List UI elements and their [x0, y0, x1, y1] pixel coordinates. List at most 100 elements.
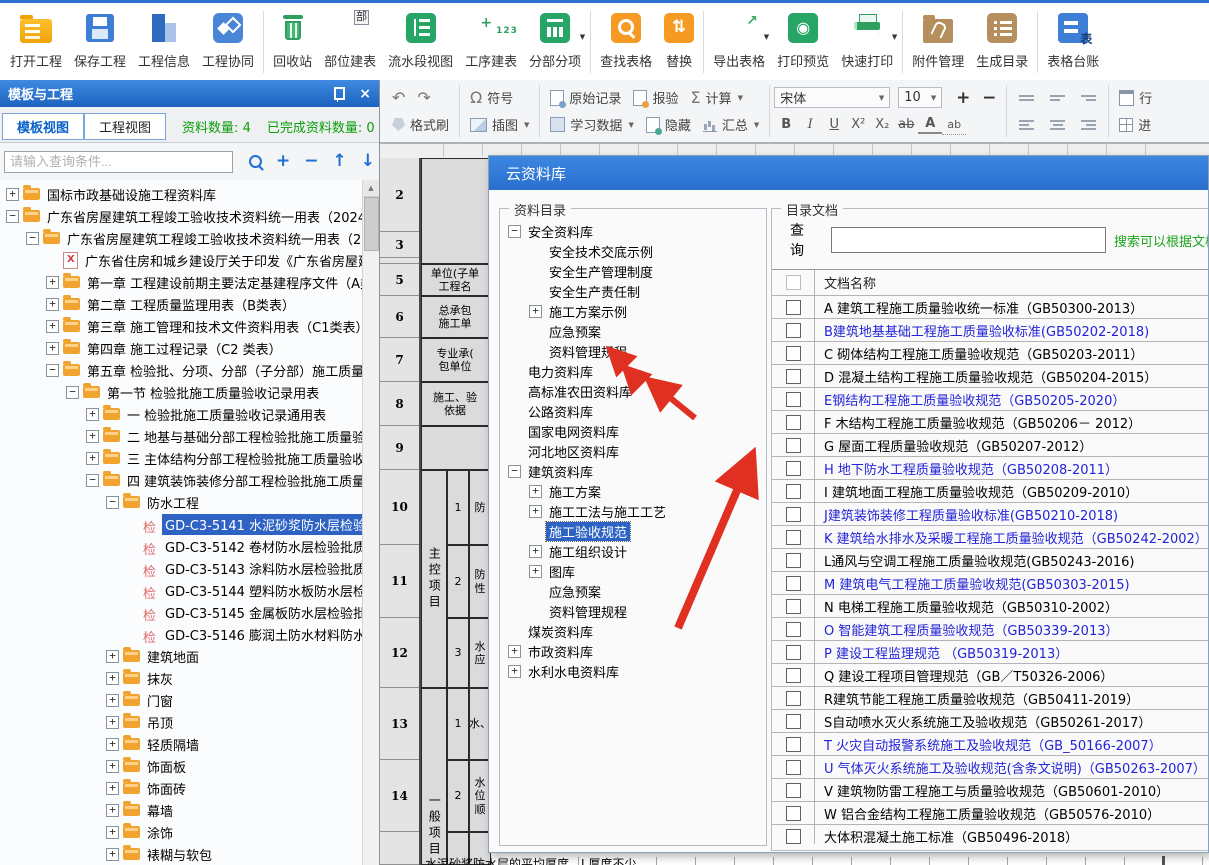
catalog-tree-item[interactable]: + 施工方案 — [502, 481, 764, 501]
doc-name[interactable]: U 气体灭火系统施工及验收规范(含条文说明)（GB50263-2007） — [815, 758, 1206, 777]
superscript-button[interactable]: X² — [846, 115, 870, 135]
catalog-tree-item[interactable]: 安全技术交底示例 — [502, 241, 764, 261]
expand-toggle[interactable]: − — [6, 210, 19, 223]
select-all-checkbox[interactable] — [786, 275, 801, 290]
chevron-down-icon[interactable]: ▼ — [580, 33, 585, 41]
document-row[interactable]: B建筑地基基础工程施工质量验收标准(GB50202-2018) — [772, 319, 1209, 342]
tree-item[interactable]: + 第一章 工程建设前期主要法定基建程序文件（A类表） — [0, 271, 362, 293]
toolbar-button[interactable]: ▼ 快速打印 — [835, 7, 899, 70]
document-row[interactable]: W 铝合金结构工程施工质量验收规范（GB50576-2010） — [772, 802, 1209, 825]
cell-group-label[interactable]: 一般项目 — [421, 688, 447, 865]
checkbox-cell[interactable] — [772, 710, 815, 732]
toolbar-button[interactable]: ▼ 打开工程 — [4, 7, 68, 70]
add-icon[interactable]: + — [276, 153, 290, 170]
doc-name[interactable]: 大体积混凝土施工标准（GB50496-2018） — [815, 827, 1078, 845]
tree-item[interactable]: + 裱糊与软包 — [0, 843, 362, 865]
expand-toggle[interactable]: + — [106, 738, 119, 751]
catalog-tree-item[interactable]: + 施工组织设计 — [502, 541, 764, 561]
tree-item[interactable]: + 第二章 工程质量监理用表（B类表） — [0, 293, 362, 315]
row-header[interactable]: 10 — [380, 470, 419, 545]
document-row[interactable]: O 智能建筑工程质量验收规范（GB50339-2013） — [772, 618, 1209, 641]
toolbar-button[interactable]: ▼ 保存工程 — [68, 7, 132, 70]
expand-toggle[interactable]: − — [66, 386, 79, 399]
doc-checkbox[interactable] — [786, 599, 801, 614]
column-header[interactable] — [420, 144, 444, 157]
doc-checkbox[interactable] — [786, 438, 801, 453]
expand-toggle[interactable]: + — [106, 804, 119, 817]
tree-item[interactable]: GD-C3-5145 金属板防水层检验批质量验 — [0, 601, 362, 623]
doc-checkbox[interactable] — [786, 806, 801, 821]
catalog-tree-item[interactable]: 安全生产责任制 — [502, 281, 764, 301]
tree-item[interactable]: − 第五章 检验批、分项、分部（子分部）施工质量及分 — [0, 359, 362, 381]
checkbox-cell[interactable] — [772, 549, 815, 571]
tree-item[interactable]: + 三 主体结构分部工程检验批施工质量验收记录 — [0, 447, 362, 469]
subscript-button[interactable]: X₂ — [870, 115, 894, 135]
doc-name[interactable]: H 地下防水工程质量验收规范（GB50208-2011） — [815, 459, 1118, 478]
checkbox-cell[interactable] — [772, 618, 815, 640]
doc-name[interactable]: I 建筑地面工程施工质量验收规范（GB50209-2010） — [815, 482, 1138, 501]
tree-item[interactable]: − 防水工程 — [0, 491, 362, 513]
document-row[interactable]: D 混凝土结构工程施工质量验收规范（GB50204-2015） — [772, 365, 1209, 388]
checkbox-cell[interactable] — [772, 687, 815, 709]
expand-toggle[interactable]: − — [46, 364, 59, 377]
insert-picture-button[interactable]: 插图▼ — [464, 113, 535, 136]
hide-button[interactable]: 隐藏 — [640, 113, 697, 136]
doc-name[interactable]: C 砌体结构工程施工质量验收规范（GB50203-2011） — [815, 344, 1143, 363]
checkbox-cell[interactable] — [772, 572, 815, 594]
expand-toggle[interactable]: + — [106, 782, 119, 795]
doc-name[interactable]: G 屋面工程质量验收规范（GB50207-2012） — [815, 436, 1092, 455]
doc-name[interactable]: T 火灾自动报警系统施工及验收规范（GB_50166-2007） — [815, 735, 1162, 754]
doc-name[interactable]: N 电梯工程施工质量验收规范（GB50310-2002） — [815, 597, 1118, 616]
doc-name[interactable]: L通风与空调工程施工质量验收规范(GB50243-2016) — [815, 551, 1135, 570]
expand-toggle[interactable]: + — [6, 188, 19, 201]
document-row[interactable]: F 木结构工程施工质量验收规范（GB50206－ 2012） — [772, 411, 1209, 434]
expand-toggle[interactable]: + — [106, 672, 119, 685]
document-row[interactable]: G 屋面工程质量验收规范（GB50207-2012） — [772, 434, 1209, 457]
undo-button[interactable]: ↶ — [386, 88, 411, 108]
cell[interactable] — [421, 426, 489, 470]
expand-toggle[interactable]: + — [529, 305, 542, 318]
doc-checkbox[interactable] — [786, 392, 801, 407]
catalog-tree-item[interactable]: 煤炭资料库 — [502, 621, 764, 641]
checkbox-cell[interactable] — [772, 779, 815, 801]
arrow-up-icon[interactable]: ↑ — [333, 153, 347, 170]
expand-toggle[interactable]: + — [46, 342, 59, 355]
row-header-strip[interactable]: 2 3 5 6 7 8 9 10 11 12 13 14 — [380, 158, 421, 865]
column-header[interactable] — [444, 144, 483, 157]
toolbar-button[interactable]: ▼ 打印预览 — [771, 7, 835, 70]
remove-icon[interactable]: − — [304, 153, 318, 170]
document-row[interactable]: J建筑装饰装修工程质量验收标准(GB50210-2018) — [772, 503, 1209, 526]
panel-titlebar[interactable]: 模板与工程 × — [0, 80, 379, 107]
expand-toggle[interactable]: + — [106, 716, 119, 729]
tree-item[interactable]: GD-C3-5144 塑料防水板防水层检验批质 — [0, 579, 362, 601]
cell[interactable]: 2 — [447, 545, 469, 618]
checkbox-cell[interactable] — [772, 388, 815, 410]
doc-name[interactable]: O 智能建筑工程质量验收规范（GB50339-2013） — [815, 620, 1119, 639]
doc-name[interactable]: V 建筑物防雷工程施工与质量验收规范（GB50601-2010） — [815, 781, 1169, 800]
italic-button[interactable]: I — [798, 115, 822, 135]
toolbar-button[interactable]: ▼ 流水段视图 — [382, 7, 459, 70]
row-header[interactable]: 6 — [380, 296, 419, 338]
font-color-button[interactable]: A — [918, 116, 942, 134]
doc-name[interactable]: D 混凝土结构工程施工质量验收规范（GB50204-2015） — [815, 367, 1157, 386]
doc-checkbox[interactable] — [786, 645, 801, 660]
catalog-tree-item[interactable]: + 图库 — [502, 561, 764, 581]
calc-button[interactable]: Σ计算▼ — [684, 86, 749, 109]
expand-toggle[interactable]: + — [529, 545, 542, 558]
catalog-tree-item[interactable]: 国家电网资料库 — [502, 421, 764, 441]
catalog-tree-item[interactable]: + 施工工法与施工工艺 — [502, 501, 764, 521]
tree-item[interactable]: + 建筑地面 — [0, 645, 362, 667]
doc-checkbox[interactable] — [786, 461, 801, 476]
checkbox-cell[interactable] — [772, 434, 815, 456]
document-row[interactable]: H 地下防水工程质量验收规范（GB50208-2011） — [772, 457, 1209, 480]
toolbar-button[interactable]: ▼ 分部分项 — [523, 7, 587, 70]
checkbox-cell[interactable] — [772, 342, 815, 364]
row-height-button[interactable]: 行 — [1113, 86, 1158, 109]
doc-name[interactable]: B建筑地基基础工程施工质量验收标准(GB50202-2018) — [815, 321, 1149, 340]
document-row[interactable]: L通风与空调工程施工质量验收规范(GB50243-2016) — [772, 549, 1209, 572]
document-row[interactable]: V 建筑物防雷工程施工与质量验收规范（GB50601-2010） — [772, 779, 1209, 802]
catalog-tree-item[interactable]: 河北地区资料库 — [502, 441, 764, 461]
tree-item[interactable]: + 吊顶 — [0, 711, 362, 733]
font-size-select[interactable]: 10▼ — [898, 87, 942, 108]
doc-checkbox[interactable] — [786, 760, 801, 775]
